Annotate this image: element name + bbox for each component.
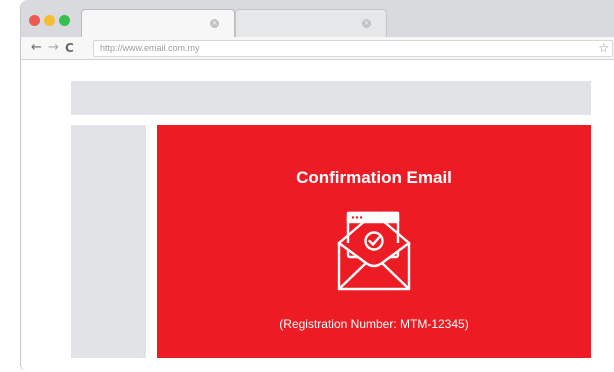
close-icon[interactable]: × xyxy=(210,19,219,28)
registration-number: (Registration Number: MTM-12345) xyxy=(279,317,469,331)
tab-active[interactable]: × xyxy=(81,9,235,38)
sidebar-placeholder xyxy=(71,125,146,358)
reload-icon[interactable]: C xyxy=(65,40,74,56)
close-icon[interactable]: × xyxy=(362,19,371,28)
back-arrow-icon[interactable]: ← xyxy=(31,40,42,56)
window-minimize-button[interactable] xyxy=(44,15,55,26)
tab-inactive[interactable]: × xyxy=(235,9,387,38)
window-maximize-button[interactable] xyxy=(59,15,70,26)
bookmark-star-icon[interactable]: ☆ xyxy=(598,40,609,56)
window-close-button[interactable] xyxy=(29,15,40,26)
tab-bar: × × xyxy=(21,0,614,38)
browser-toolbar: ← → C http://www.email.com.my ☆ xyxy=(21,37,614,60)
url-text: http://www.email.com.my xyxy=(100,43,200,53)
page-content: Confirmation Email (Registration Number:… xyxy=(21,60,614,372)
header-placeholder xyxy=(71,81,591,115)
address-bar[interactable]: http://www.email.com.my ☆ xyxy=(93,40,613,57)
card-title: Confirmation Email xyxy=(296,168,452,187)
envelope-check-icon xyxy=(337,211,411,291)
forward-arrow-icon[interactable]: → xyxy=(48,40,59,56)
confirmation-card: Confirmation Email (Registration Number:… xyxy=(157,125,591,358)
browser-window: × × ← → C http://www.email.com.my ☆ Conf… xyxy=(20,0,614,372)
